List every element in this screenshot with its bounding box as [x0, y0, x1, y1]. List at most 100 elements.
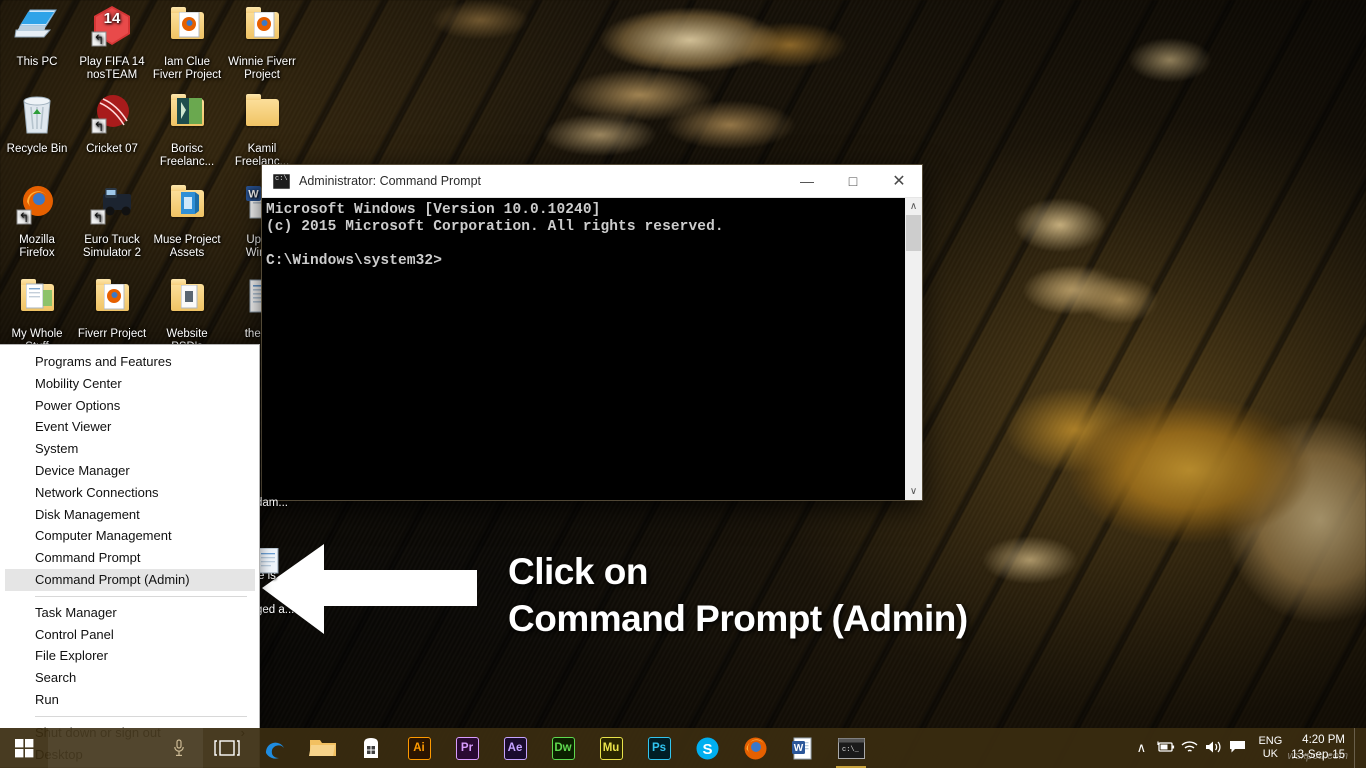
taskbar-app-explorer[interactable] — [299, 728, 347, 768]
action-center-icon[interactable] — [1225, 740, 1249, 757]
taskbar-app-word[interactable]: W — [779, 728, 827, 768]
minimize-button[interactable]: — — [784, 165, 830, 197]
menu-item-network-connections[interactable]: Network Connections — [0, 482, 259, 504]
folder-icon — [238, 91, 286, 139]
cmd-titlebar[interactable]: Administrator: Command Prompt — □ ✕ — [262, 165, 922, 198]
muse-overlay-icon — [181, 192, 199, 214]
cmd-console-area[interactable]: Microsoft Windows [Version 10.0.10240] (… — [262, 198, 922, 500]
desktop-icon-winnie-fiverr-project[interactable]: Winnie Fiverr Project — [225, 4, 299, 82]
folder-art — [246, 94, 279, 126]
language-line-1: ENG — [1258, 735, 1283, 747]
word-icon: W — [791, 737, 811, 759]
search-input[interactable] — [48, 728, 203, 768]
task-view-button[interactable] — [203, 728, 251, 768]
desktop-icon-my-whole-stuff[interactable]: My Whole Stuff — [0, 276, 74, 354]
menu-separator — [35, 595, 247, 597]
show-hidden-icons-button[interactable]: ∧ — [1129, 740, 1153, 756]
desktop-icon-cricket-07[interactable]: ↰ Cricket 07 — [75, 91, 149, 156]
callout-arrow-icon — [262, 544, 477, 634]
folder-firefox-icon — [238, 4, 286, 52]
menu-item-label: Control Panel — [35, 626, 114, 642]
desktop-icon-muse-project-assets[interactable]: Muse Project Assets — [150, 182, 224, 260]
menu-item-disk-management[interactable]: Disk Management — [0, 504, 259, 526]
language-indicator[interactable]: ENG UK — [1249, 735, 1291, 761]
monitor-icon — [13, 4, 61, 52]
desktop-icon-play-fifa-14-nosteam[interactable]: 14 ↰ Play FIFA 14 nosTEAM — [75, 4, 149, 82]
firefox-folder-overlay-icon — [179, 12, 200, 38]
menu-item-control-panel[interactable]: Control Panel — [0, 624, 259, 646]
taskbar-app-command-prompt[interactable]: c:\_ — [827, 728, 875, 768]
folder-muse-icon — [163, 182, 211, 230]
cmd-console-text: Microsoft Windows [Version 10.0.10240] (… — [266, 202, 724, 269]
psd-overlay-icon — [181, 285, 198, 309]
menu-item-computer-management[interactable]: Computer Management — [0, 525, 259, 547]
taskbar-app-aftereffects[interactable]: Ae — [491, 728, 539, 768]
menu-item-command-prompt-admin[interactable]: Command Prompt (Admin) — [5, 568, 255, 591]
menu-item-event-viewer[interactable]: Event Viewer — [0, 416, 259, 438]
taskbar-app-muse[interactable]: Mu — [587, 728, 635, 768]
scrollbar-thumb[interactable] — [906, 215, 921, 251]
scroll-up-icon[interactable]: ∧ — [910, 198, 917, 215]
desktop-icon-fiverr-project[interactable]: Fiverr Project — [75, 276, 149, 341]
desktop-icon-iam-clue-fiverr-project[interactable]: Iam Clue Fiverr Project — [150, 4, 224, 82]
firefox-folder-overlay-icon — [254, 12, 275, 38]
svg-text:S: S — [702, 741, 712, 758]
taskbar-app-premiere[interactable]: Pr — [443, 728, 491, 768]
menu-item-run[interactable]: Run — [0, 689, 259, 711]
desktop-icon-euro-truck-simulator-2[interactable]: ↰ Euro Truck Simulator 2 — [75, 182, 149, 260]
taskbar[interactable]: Ai Pr Ae Dw Mu Ps S W c:\_ ∧ ENG UK 4:20… — [0, 728, 1366, 768]
command-prompt-window[interactable]: Administrator: Command Prompt — □ ✕ Micr… — [262, 165, 922, 500]
cmd-scrollbar[interactable]: ∧ ∨ — [905, 198, 922, 500]
desktop-icon-label: Cricket 07 — [86, 143, 138, 155]
menu-item-search[interactable]: Search — [0, 667, 259, 689]
battery-icon[interactable] — [1153, 740, 1177, 756]
menu-item-mobility-center[interactable]: Mobility Center — [0, 373, 259, 395]
scroll-down-icon[interactable]: ∨ — [910, 483, 917, 500]
maximize-button[interactable]: □ — [830, 165, 876, 197]
cmd-icon — [273, 173, 290, 189]
winx-power-user-menu[interactable]: Programs and Features Mobility Center Powe… — [0, 344, 260, 768]
menu-item-device-manager[interactable]: Device Manager — [0, 460, 259, 482]
taskbar-app-edge[interactable] — [251, 728, 299, 768]
menu-item-file-explorer[interactable]: File Explorer — [0, 645, 259, 667]
show-desktop-button[interactable] — [1354, 728, 1362, 768]
menu-item-label: Power Options — [35, 397, 121, 413]
wifi-icon[interactable] — [1177, 740, 1201, 757]
close-button[interactable]: ✕ — [876, 165, 922, 197]
clipped-desktop-icon-label: dam... — [256, 497, 288, 509]
firefox-folder-overlay-icon — [104, 284, 125, 310]
taskbar-app-photoshop[interactable]: Ps — [635, 728, 683, 768]
taskbar-app-illustrator[interactable]: Ai — [395, 728, 443, 768]
taskbar-app-store[interactable] — [347, 728, 395, 768]
callout-text: Click on Command Prompt (Admin) — [508, 548, 1068, 642]
desktop-icon-recycle-bin[interactable]: Recycle Bin — [0, 91, 74, 156]
menu-item-label: File Explorer — [35, 648, 108, 664]
taskbar-app-skype[interactable]: S — [683, 728, 731, 768]
menu-item-power-options[interactable]: Power Options — [0, 395, 259, 417]
desktop-icon-kamil-freelanc[interactable]: Kamil Freelanc... — [225, 91, 299, 169]
desktop-icon-this-pc[interactable]: This PC — [0, 4, 74, 69]
taskbar-app-dreamweaver[interactable]: Dw — [539, 728, 587, 768]
recycle-bin-icon — [23, 96, 51, 134]
illustrator-icon: Ai — [407, 736, 431, 760]
menu-item-command-prompt[interactable]: Command Prompt — [0, 547, 259, 569]
svg-text:↰: ↰ — [93, 210, 104, 225]
desktop-icon-website-psd-s[interactable]: Website PSD's — [150, 276, 224, 354]
start-button[interactable] — [0, 728, 48, 768]
menu-item-programs-and-features[interactable]: Programs and Features — [0, 351, 259, 373]
menu-item-system[interactable]: System — [0, 438, 259, 460]
clock[interactable]: 4:20 PM 13-Sep-15 wsxpcu.com — [1287, 733, 1354, 763]
menu-item-task-manager[interactable]: Task Manager — [0, 602, 259, 624]
microphone-icon[interactable] — [173, 739, 185, 757]
menu-item-label: Programs and Features — [35, 354, 172, 369]
taskbar-app-firefox[interactable] — [731, 728, 779, 768]
desktop-icon-borisc-freelanc[interactable]: Borisc Freelanc... — [150, 91, 224, 169]
desktop-icon-label: Mozilla Firefox — [19, 234, 55, 259]
desktop-icon-mozilla-firefox[interactable]: ↰ Mozilla Firefox — [0, 182, 74, 260]
clipped-document-icon — [257, 547, 280, 574]
folder-green-icon — [163, 91, 211, 139]
cmd-window-title: Administrator: Command Prompt — [299, 174, 482, 188]
volume-icon[interactable] — [1201, 740, 1225, 757]
truck-icon: ↰ — [88, 182, 136, 230]
menu-item-label: Mobility Center — [35, 375, 122, 391]
